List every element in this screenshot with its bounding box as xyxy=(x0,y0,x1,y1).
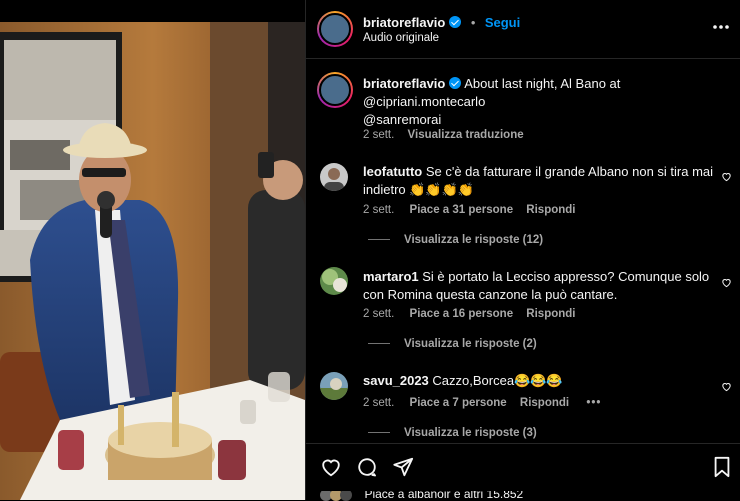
comment-text: martaro1 Si è portato la Lecciso appress… xyxy=(363,268,718,304)
replies-dash xyxy=(368,239,390,241)
separator-dot: • xyxy=(470,15,476,30)
reply-button[interactable]: Rispondi xyxy=(526,308,575,320)
comment-meta: 2 sett. Piace a 31 persone Rispondi xyxy=(363,204,576,216)
author-avatar[interactable] xyxy=(317,11,353,47)
caption-meta: 2 sett. Visualizza traduzione xyxy=(363,129,524,141)
comment-username[interactable]: savu_2023 xyxy=(363,373,429,388)
comment-likes-count[interactable]: Piace a 16 persone xyxy=(410,308,514,320)
comment-likes-count[interactable]: Piace a 7 persone xyxy=(410,397,507,409)
caption-time: 2 sett. xyxy=(363,129,395,141)
view-replies-button[interactable]: Visualizza le risposte (2) xyxy=(368,338,537,350)
view-replies-button[interactable]: Visualizza le risposte (3) xyxy=(368,427,537,439)
comment-like-icon[interactable] xyxy=(721,277,732,288)
replies-dash xyxy=(368,343,390,345)
caption-mention-cipriani[interactable]: @cipriani.montecarlo xyxy=(363,94,485,109)
heart-icon[interactable] xyxy=(320,456,342,478)
author-name-row: briatoreflavio • Segui xyxy=(363,14,520,32)
audio-label[interactable]: Audio originale xyxy=(363,32,439,44)
view-replies-label: Visualizza le risposte (2) xyxy=(404,338,537,350)
caption-username[interactable]: briatoreflavio xyxy=(363,76,445,91)
verified-badge-icon xyxy=(449,16,462,28)
comment-username[interactable]: leofatutto xyxy=(363,164,422,179)
caption-mention-sanremorai[interactable]: @sanremorai xyxy=(363,112,441,127)
comment-more-icon[interactable]: ••• xyxy=(586,397,601,409)
follow-button[interactable]: Segui xyxy=(485,15,520,30)
comment-time: 2 sett. xyxy=(363,397,395,409)
comment-icon[interactable] xyxy=(356,456,378,478)
caption-body: About last night, Al Bano at xyxy=(464,76,621,91)
comment-meta: 2 sett. Piace a 16 persone Rispondi xyxy=(363,308,576,320)
view-replies-label: Visualizza le risposte (12) xyxy=(404,234,544,246)
comment-avatar[interactable] xyxy=(320,163,348,191)
video-frame-image xyxy=(0,0,305,500)
reply-button[interactable]: Rispondi xyxy=(526,204,575,216)
view-replies-button[interactable]: Visualizza le risposte (12) xyxy=(368,234,543,246)
reply-button[interactable]: Rispondi xyxy=(520,397,569,409)
comment-text: leofatutto Se c'è da fatturare il grande… xyxy=(363,163,718,199)
caption-text: briatoreflavio About last night, Al Bano… xyxy=(363,75,723,129)
caption-avatar[interactable] xyxy=(317,72,353,108)
comment-body: Cazzo,Borcea😂😂😂 xyxy=(432,373,563,388)
comment-time: 2 sett. xyxy=(363,204,395,216)
comment-likes-count[interactable]: Piace a 31 persone xyxy=(410,204,514,216)
post-video[interactable] xyxy=(0,0,305,500)
comment-like-icon[interactable] xyxy=(721,171,732,182)
more-icon[interactable] xyxy=(713,24,729,30)
view-replies-label: Visualizza le risposte (3) xyxy=(404,427,537,439)
post-actions-bar: Piace a albanoir e altri 15.852 xyxy=(306,443,740,501)
replies-dash xyxy=(368,432,390,434)
comment-like-icon[interactable] xyxy=(721,381,732,392)
comment-text: savu_2023 Cazzo,Borcea😂😂😂 xyxy=(363,372,718,390)
comment-time: 2 sett. xyxy=(363,308,395,320)
translate-link[interactable]: Visualizza traduzione xyxy=(408,129,524,141)
comment-meta: 2 sett. Piace a 7 persone Rispondi ••• xyxy=(363,397,601,409)
author-username[interactable]: briatoreflavio xyxy=(363,15,445,30)
post-header: briatoreflavio • Segui Audio originale xyxy=(306,0,740,59)
comment-avatar[interactable] xyxy=(320,372,348,400)
post-details-panel: briatoreflavio • Segui Audio originale b… xyxy=(305,0,740,501)
verified-badge-icon xyxy=(449,77,462,89)
bookmark-icon[interactable] xyxy=(712,456,732,478)
comment-avatar[interactable] xyxy=(320,267,348,295)
comment-username[interactable]: martaro1 xyxy=(363,269,419,284)
share-icon[interactable] xyxy=(392,456,414,478)
